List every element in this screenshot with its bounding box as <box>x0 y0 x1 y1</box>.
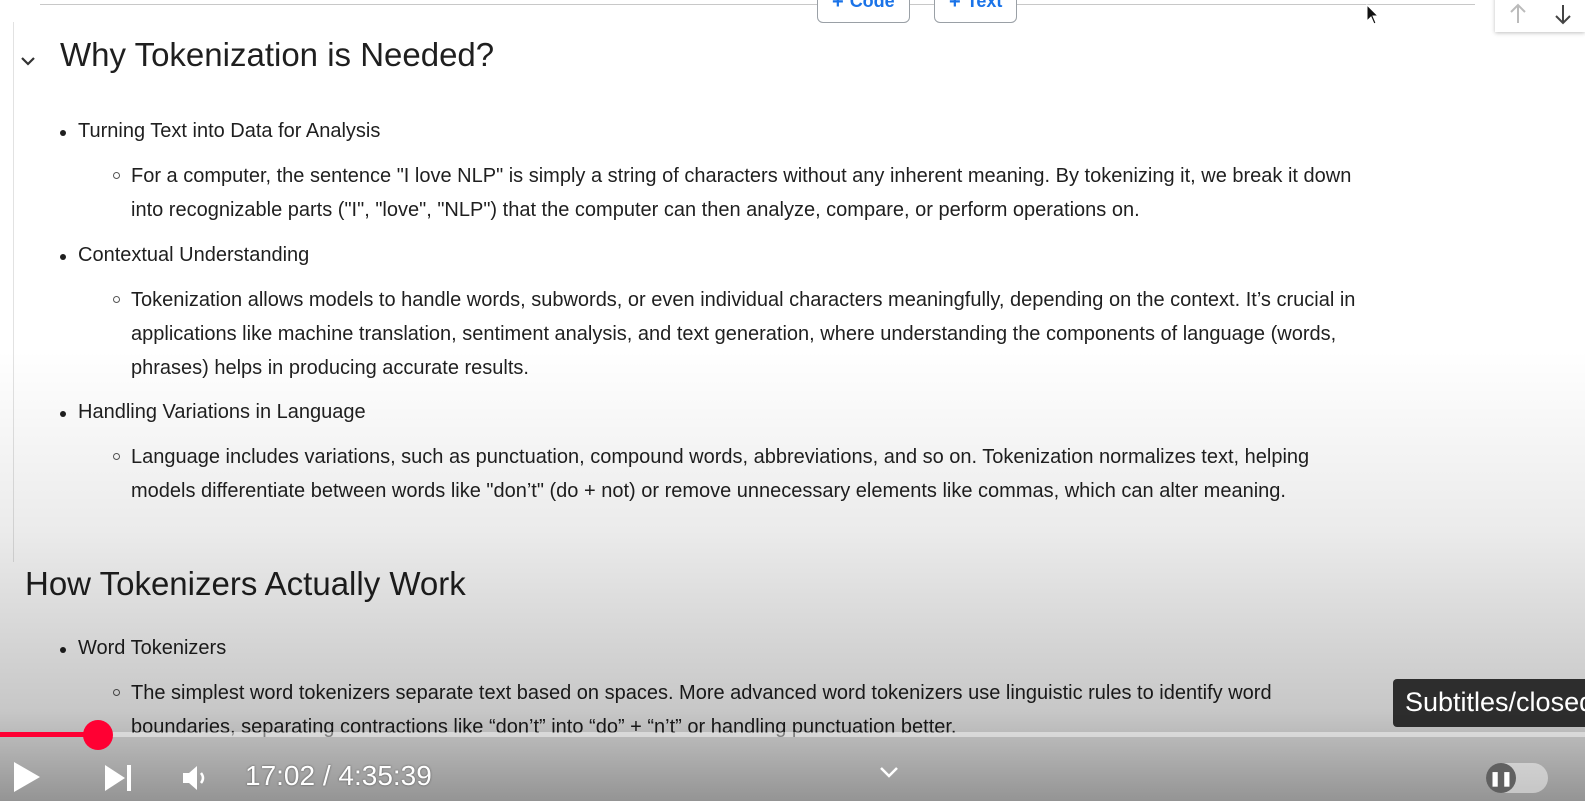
bullet-item: Contextual Understanding <box>59 244 310 266</box>
next-video-icon[interactable] <box>103 763 135 793</box>
cell-move-toolbar <box>1495 0 1585 32</box>
move-cell-down-icon[interactable] <box>1553 3 1573 25</box>
chevron-down-icon[interactable] <box>878 763 900 783</box>
bullet-item: Word Tokenizers <box>59 637 227 659</box>
section-heading: Why Tokenization is Needed? <box>60 36 495 73</box>
mouse-cursor-icon <box>1366 4 1380 25</box>
plus-icon: + <box>832 0 844 13</box>
add-text-label: Text <box>966 0 1003 11</box>
bullet-item: Turning Text into Data for Analysis <box>59 120 381 142</box>
move-cell-up-icon[interactable] <box>1508 3 1528 25</box>
progress-bar[interactable] <box>0 732 1585 737</box>
scrubber-handle[interactable] <box>82 720 113 750</box>
video-frame: + Code + Text Why Tokenization is Needed… <box>0 0 1585 801</box>
sub-bullet-item: Language includes variations, such as pu… <box>113 440 1376 508</box>
plus-icon: + <box>949 0 961 13</box>
tooltip: Subtitles/closed captions <box>1393 679 1585 727</box>
sub-bullet-item: For a computer, the sentence "I love NLP… <box>113 159 1376 227</box>
volume-icon[interactable] <box>180 763 210 793</box>
add-text-button[interactable]: + Text <box>934 0 1018 23</box>
sub-bullet-item: Tokenization allows models to handle wor… <box>113 283 1376 385</box>
play-icon[interactable] <box>12 760 42 794</box>
cell-separator <box>40 4 1475 5</box>
autoplay-toggle[interactable]: ❚❚ <box>1486 763 1548 793</box>
text-cell-border <box>13 22 14 562</box>
add-code-button[interactable]: + Code <box>817 0 910 23</box>
pause-icon: ❚❚ <box>1486 763 1516 793</box>
bullet-item: Handling Variations in Language <box>60 401 366 423</box>
time-display: 17:02 / 4:35:39 <box>245 760 432 791</box>
add-code-label: Code <box>849 0 895 11</box>
section-heading: How Tokenizers Actually Work <box>25 565 466 602</box>
collapse-section-chevron-icon[interactable] <box>17 50 39 72</box>
